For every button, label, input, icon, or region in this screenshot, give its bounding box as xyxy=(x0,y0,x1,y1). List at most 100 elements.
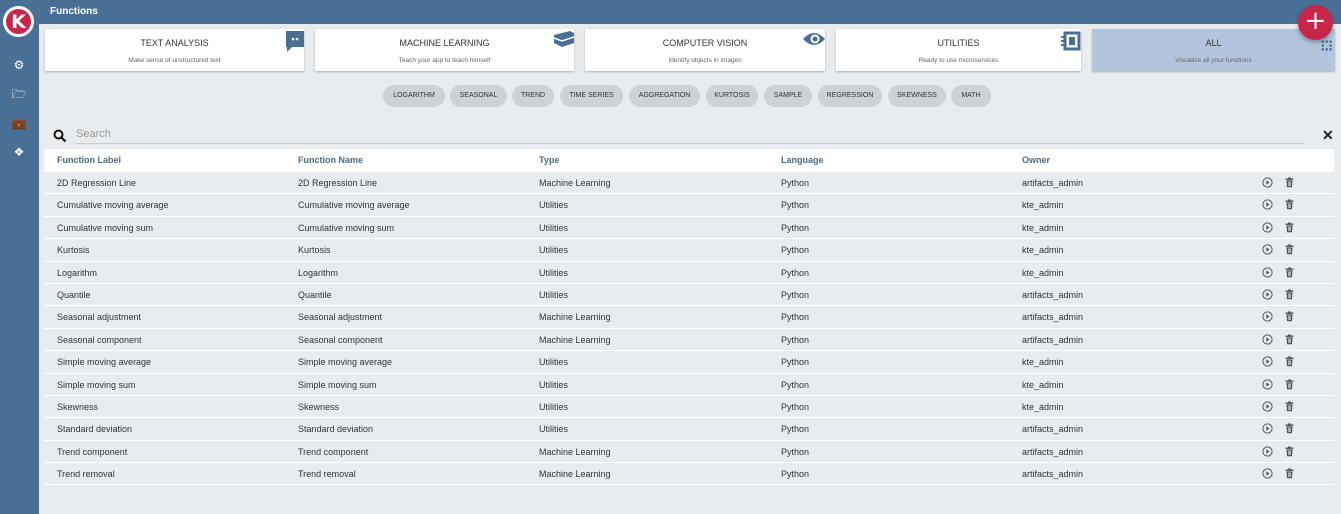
cell-language: Python xyxy=(781,312,810,323)
play-icon[interactable] xyxy=(1262,311,1273,322)
category-card-utilities[interactable]: UTILITIES Ready to use microservices xyxy=(836,29,1081,71)
comment-icon xyxy=(286,31,304,52)
cell-type: Utilities xyxy=(539,200,569,211)
cell-type: Utilities xyxy=(539,379,569,390)
cell-function-label: Seasonal component xyxy=(57,334,142,345)
table-row[interactable]: Seasonal component Seasonal component Mach… xyxy=(44,329,1334,352)
tag-trend[interactable]: TREND xyxy=(512,85,554,107)
cell-owner: artifacts_admin xyxy=(1022,334,1084,345)
table-row[interactable]: Simple moving average Simple moving avera… xyxy=(44,351,1334,374)
cell-language: Python xyxy=(781,357,810,368)
gear-icon[interactable]: ⚙ xyxy=(11,57,27,73)
cell-function-label: Trend removal xyxy=(57,469,115,480)
cell-language: Python xyxy=(781,469,810,480)
play-icon[interactable] xyxy=(1262,356,1273,367)
cell-owner: artifacts_admin xyxy=(1022,424,1084,435)
search-input[interactable] xyxy=(76,124,1304,144)
play-icon[interactable] xyxy=(1262,266,1273,278)
trash-icon[interactable] xyxy=(1284,356,1295,367)
cell-language: Python xyxy=(781,446,810,457)
cell-type: Utilities xyxy=(539,424,569,435)
table-row[interactable]: Trend component Trend component Machine Le… xyxy=(44,441,1334,464)
column-header-function-label[interactable]: Function Label xyxy=(57,155,121,165)
cell-owner: artifacts_admin xyxy=(1022,312,1084,323)
trash-icon[interactable] xyxy=(1284,311,1295,322)
table-row[interactable]: Trend removal Trend removal Machine Learni… xyxy=(44,463,1334,486)
play-icon[interactable] xyxy=(1262,401,1273,412)
cell-owner: kte_admin xyxy=(1022,401,1064,412)
cell-language: Python xyxy=(781,245,810,256)
add-function-button[interactable]: + xyxy=(1298,5,1333,40)
tag-sample[interactable]: SAMPLE xyxy=(764,85,812,107)
category-card-text-analysis[interactable]: TEXT ANALYSIS Make sense of unstructured… xyxy=(45,29,304,71)
category-title: MACHINE LEARNING xyxy=(399,38,490,48)
cell-owner: artifacts_admin xyxy=(1022,446,1084,457)
trash-icon[interactable] xyxy=(1284,401,1295,412)
cell-language: Python xyxy=(781,379,810,390)
tag-time-series[interactable]: TIME SERIES xyxy=(560,85,623,107)
trash-icon[interactable] xyxy=(1284,222,1295,233)
column-header-owner[interactable]: Owner xyxy=(1022,155,1050,165)
trash-icon[interactable] xyxy=(1284,379,1295,390)
cell-function-label: 2D Regression Line xyxy=(57,178,137,188)
category-card-machine-learning[interactable]: MACHINE LEARNING Teach your app to teach… xyxy=(315,29,574,71)
trash-icon[interactable] xyxy=(1284,244,1295,255)
category-card-computer-vision[interactable]: COMPUTER VISION Identify objects in imag… xyxy=(585,29,825,71)
app-logo[interactable]: K xyxy=(3,6,34,37)
tag-seasonal[interactable]: SEASONAL xyxy=(450,85,507,107)
cell-type: Utilities xyxy=(539,267,569,278)
tag-aggregation[interactable]: AGGREGATION xyxy=(629,85,700,107)
column-header-function-name[interactable]: Function Name xyxy=(298,155,363,165)
column-header-type[interactable]: Type xyxy=(539,155,559,165)
trash-icon[interactable] xyxy=(1284,423,1295,434)
play-icon[interactable] xyxy=(1262,446,1273,457)
table-row[interactable]: Cumulative moving sum Cumulative moving s… xyxy=(44,217,1334,240)
tag-regression[interactable]: REGRESSION xyxy=(818,85,882,107)
trash-icon[interactable] xyxy=(1284,446,1295,457)
tag-logarithm[interactable]: LOGARITHM xyxy=(383,85,445,107)
play-icon[interactable] xyxy=(1262,177,1273,188)
tag-skewness[interactable]: SKEWNESS xyxy=(888,85,946,107)
cell-function-name: Kurtosis xyxy=(298,245,331,256)
play-icon[interactable] xyxy=(1262,468,1273,479)
cubes-icon[interactable]: ❖ xyxy=(11,144,27,160)
category-title: TEXT ANALYSIS xyxy=(140,38,209,48)
clear-search-button[interactable]: ✕ xyxy=(1322,128,1334,142)
table-row[interactable]: Kurtosis Kurtosis Utilities Python kte_admin xyxy=(44,239,1334,262)
cell-function-name: Trend removal xyxy=(298,469,356,480)
play-icon[interactable] xyxy=(1262,222,1273,233)
tag-kurtosis[interactable]: KURTOSIS xyxy=(706,85,758,107)
table-row[interactable]: 2D Regression Line 2D Regression Line Mach… xyxy=(44,172,1334,195)
play-icon[interactable] xyxy=(1262,199,1273,210)
table-row[interactable]: Quantile Quantile Utilities Python artifacts… xyxy=(44,284,1334,307)
play-icon[interactable] xyxy=(1262,334,1273,345)
category-subtitle: Ready to use microservices xyxy=(918,57,999,64)
cell-language: Python xyxy=(781,267,810,278)
folder-open-icon[interactable]: 🗁 xyxy=(11,86,27,102)
trash-icon[interactable] xyxy=(1284,289,1295,300)
table-row[interactable]: Logarithm Logarithm Utilities Python kte_adm… xyxy=(44,262,1334,284)
cell-function-name: Seasonal adjustment xyxy=(298,312,383,323)
trash-icon[interactable] xyxy=(1284,267,1295,278)
table-row[interactable]: Cumulative moving average Cumulative movi… xyxy=(44,194,1334,217)
cell-function-label: Logarithm xyxy=(57,267,98,278)
trash-icon[interactable] xyxy=(1284,199,1295,210)
trash-icon[interactable] xyxy=(1284,177,1295,188)
category-subtitle: Identify objects in images xyxy=(668,57,742,64)
briefcase-icon[interactable]: 💼 xyxy=(11,115,27,131)
table-row[interactable]: Standard deviation Standard deviation Util… xyxy=(44,418,1334,441)
play-icon[interactable] xyxy=(1262,378,1273,390)
cell-function-name: Seasonal component xyxy=(298,334,383,345)
trash-icon[interactable] xyxy=(1284,334,1295,345)
play-icon[interactable] xyxy=(1262,423,1273,434)
table-row[interactable]: Skewness Skewness Utilities Python kte_admin xyxy=(44,396,1334,419)
table-row[interactable]: Seasonal adjustment Seasonal adjustment Ma… xyxy=(44,306,1334,329)
play-icon[interactable] xyxy=(1262,244,1273,255)
table-row[interactable]: Simple moving sum Simple moving sum Utilit… xyxy=(44,374,1334,396)
category-card-all[interactable]: ALL Visualize all your functions xyxy=(1092,29,1335,71)
column-header-language[interactable]: Language xyxy=(781,155,824,165)
tag-math[interactable]: MATH xyxy=(951,85,991,107)
trash-icon[interactable] xyxy=(1284,468,1295,479)
cell-owner: kte_admin xyxy=(1022,379,1064,390)
play-icon[interactable] xyxy=(1262,289,1273,300)
